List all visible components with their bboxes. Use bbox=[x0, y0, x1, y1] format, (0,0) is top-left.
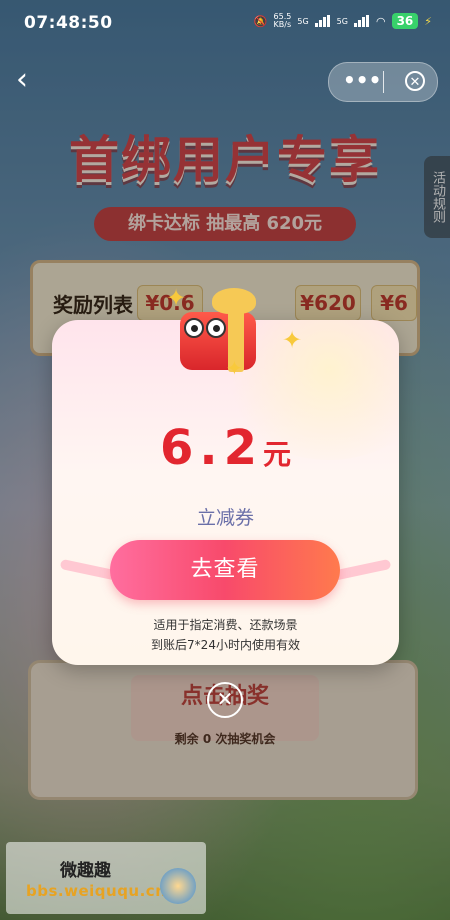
net-speed: 65.5 KB/s bbox=[273, 12, 292, 29]
watermark-mascot-icon bbox=[160, 868, 196, 904]
signal-5g-label: 5G bbox=[297, 16, 309, 26]
signal-5g-label: 5G bbox=[336, 16, 348, 26]
more-dots-icon[interactable]: ••• bbox=[343, 69, 381, 95]
battery-icon: 36 bbox=[391, 13, 419, 29]
star-icon: ✦ bbox=[226, 356, 243, 380]
wifi-icon: ◠ bbox=[375, 14, 386, 28]
mute-icon: 🔕 bbox=[253, 14, 268, 28]
usage-note-line2: 到账后7*24小时内使用有效 bbox=[151, 638, 300, 652]
status-icons: 🔕 65.5 KB/s 5G 5G ◠ 36 ⚡ bbox=[254, 13, 432, 29]
view-coupon-button[interactable]: 去查看 bbox=[110, 540, 340, 600]
coupon-type: 立减券 bbox=[196, 507, 254, 529]
signal-icon bbox=[314, 15, 331, 27]
close-icon[interactable]: ✕ bbox=[207, 682, 243, 718]
gift-mascot-icon bbox=[176, 288, 268, 376]
charging-icon: ⚡ bbox=[424, 14, 432, 28]
status-time: 07:48:50 bbox=[24, 13, 113, 33]
mascot-eye bbox=[206, 318, 226, 338]
watermark-url: bbs.weiququ.cn bbox=[26, 882, 167, 900]
watermark: 微趣趣 bbs.weiququ.cn bbox=[6, 842, 206, 914]
prize-amount: 6.2元 bbox=[52, 420, 399, 476]
prize-amount-value: 6.2 bbox=[159, 420, 263, 476]
status-bar: 07:48:50 🔕 65.5 KB/s 5G 5G ◠ 36 ⚡ bbox=[0, 0, 450, 44]
watermark-title: 微趣趣 bbox=[60, 861, 111, 881]
star-icon: ✦ bbox=[282, 326, 303, 354]
signal-icon bbox=[353, 15, 370, 27]
mini-program-capsule: ••• ✕ bbox=[328, 62, 438, 102]
capsule-divider bbox=[383, 71, 384, 93]
prize-amount-unit: 元 bbox=[263, 438, 292, 471]
usage-note-line1: 适用于指定消费、还款场景 bbox=[153, 618, 298, 632]
chevron-left-icon[interactable]: ‹ bbox=[16, 65, 40, 96]
star-icon: ✦ bbox=[166, 284, 187, 312]
gift-bow bbox=[212, 288, 256, 314]
close-circle-icon[interactable]: ✕ bbox=[405, 71, 425, 91]
mascot-eye bbox=[184, 318, 204, 338]
